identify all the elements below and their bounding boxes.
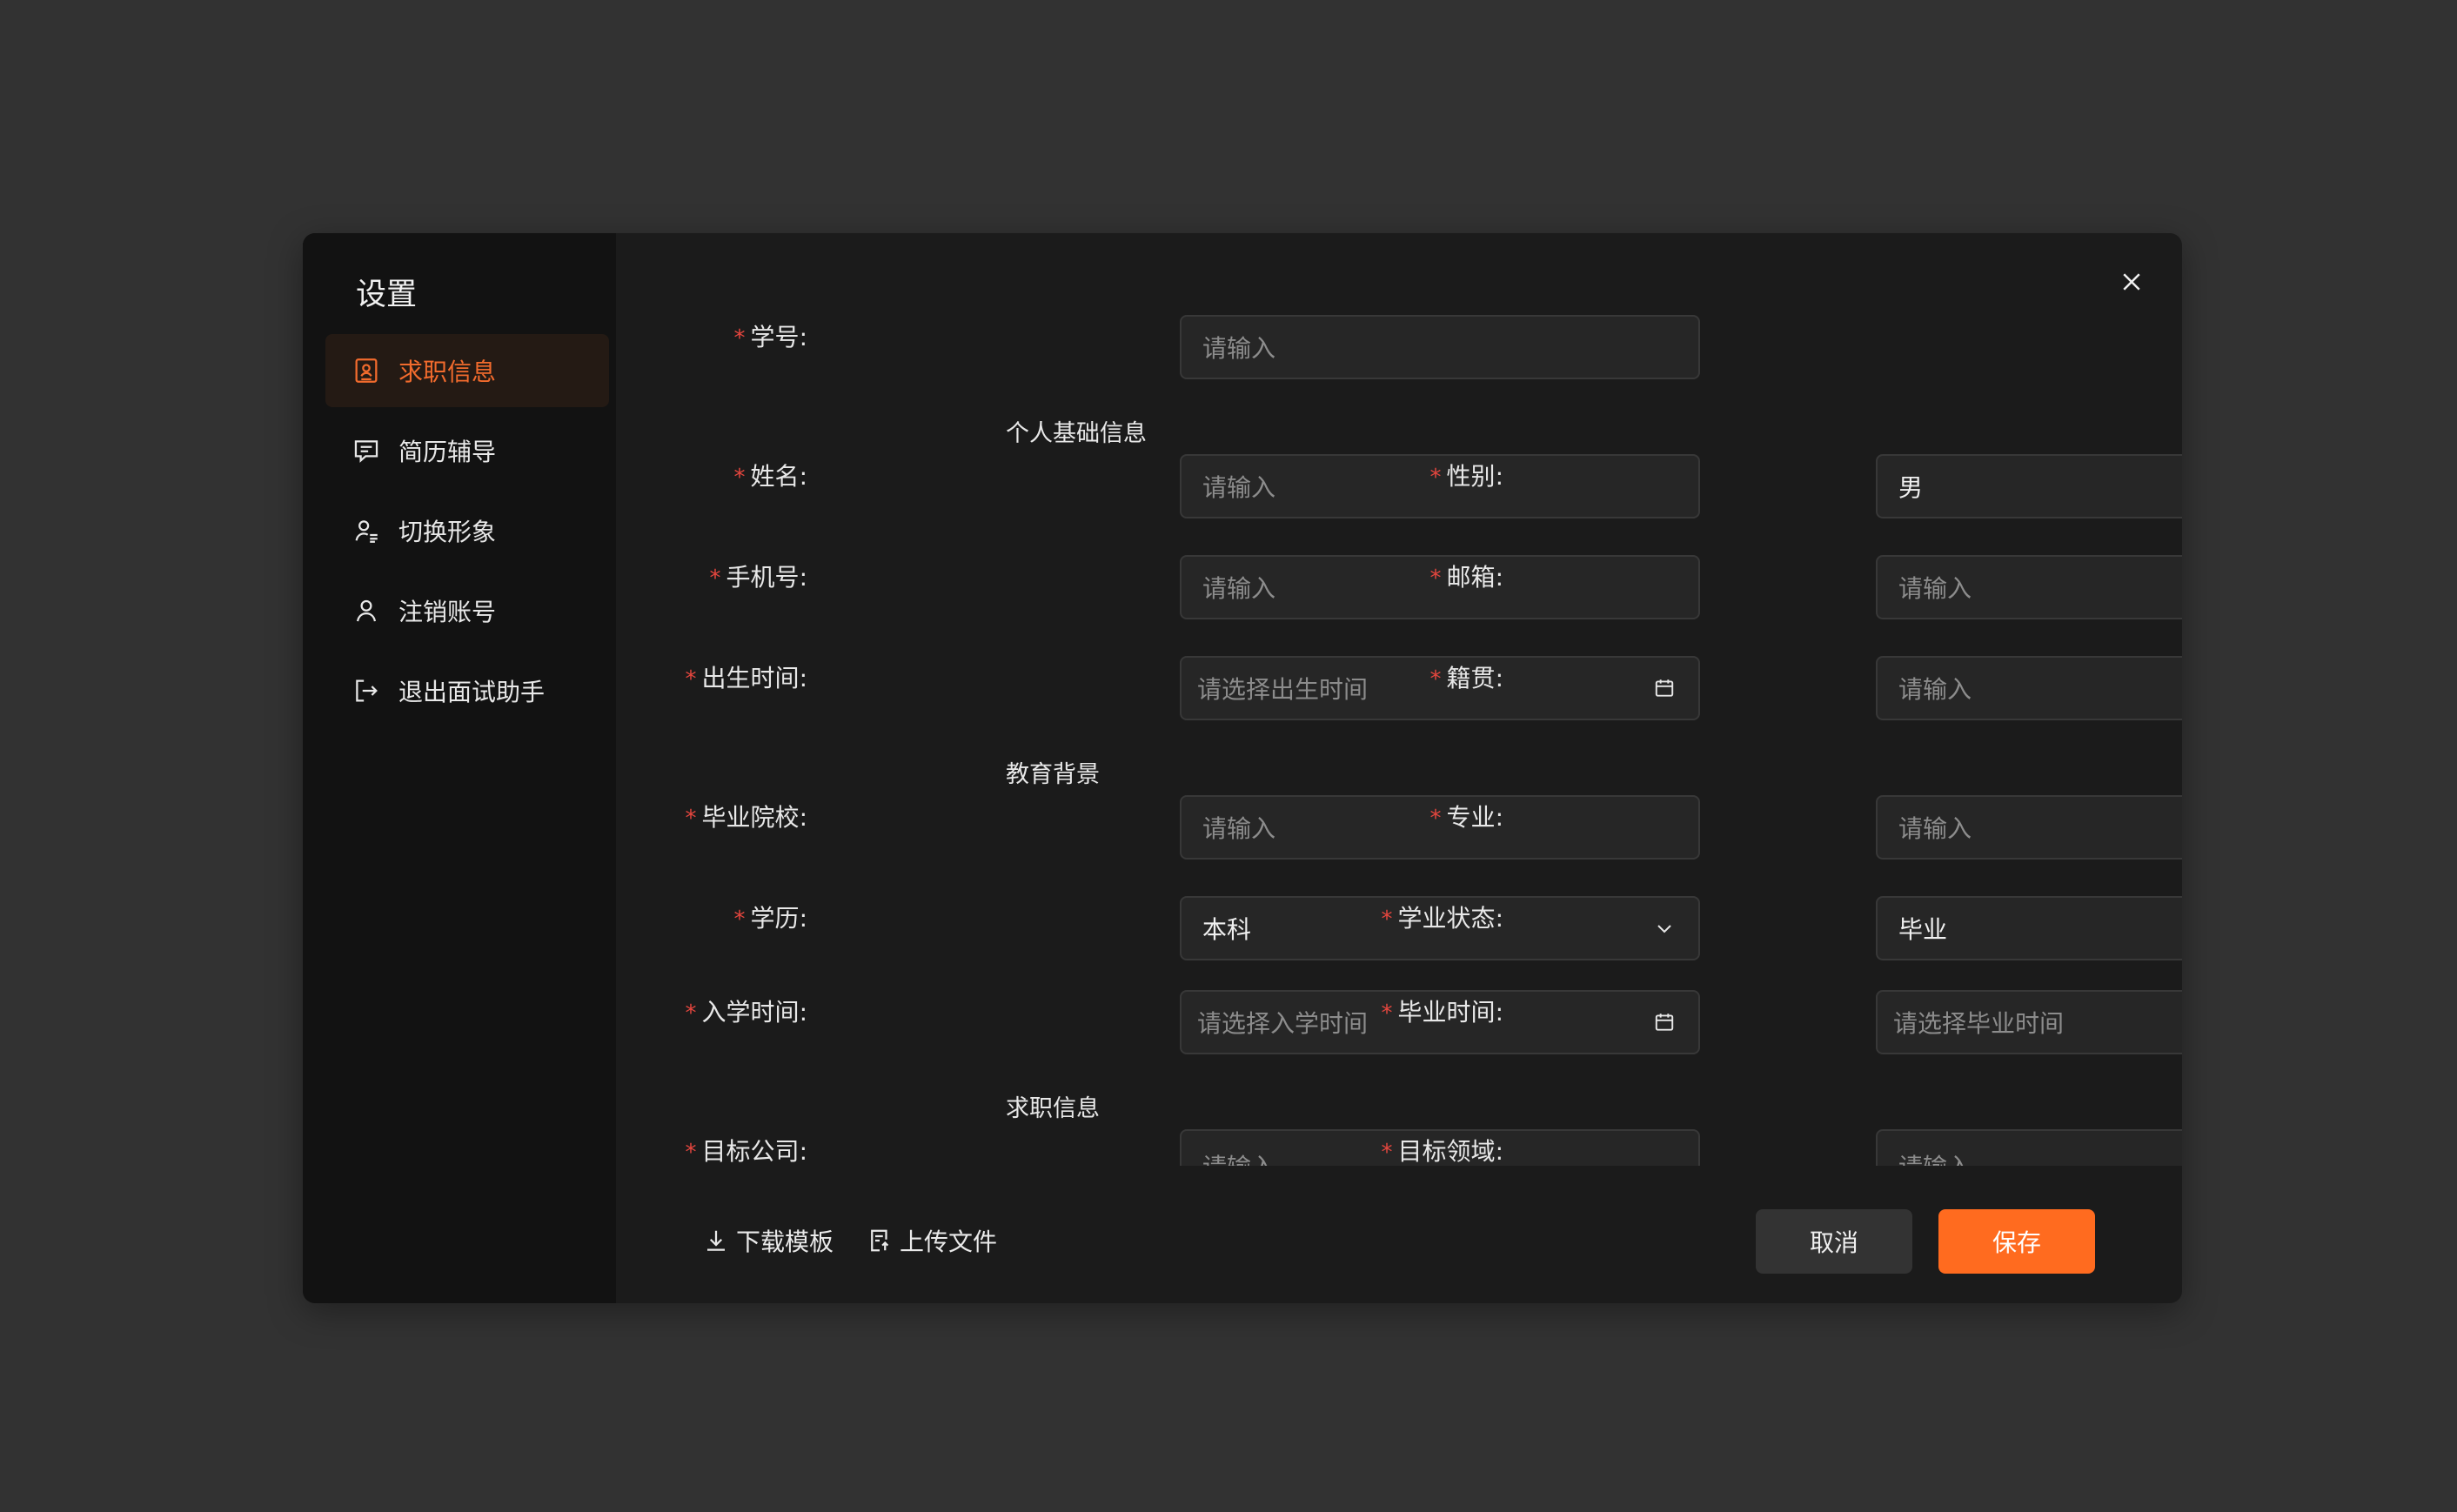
download-icon [707,1230,725,1251]
settings-dialog: 设置 求职信息 简历辅导 切换形象 注销账号 退出面试助手 * 学号: 请输入 … [303,233,2182,1303]
email-label: * 邮箱: [1429,563,1503,592]
student-id-input[interactable]: 请输入 [1180,315,1700,379]
gender-select[interactable]: 男 [1876,454,2182,518]
school-label: * 毕业院校: [685,803,807,832]
grad-date-label: * 毕业时间: [1381,998,1503,1027]
grad-date-picker[interactable]: 请选择毕业时间 [1876,990,2182,1054]
upload-file-button[interactable]: 上传文件 [867,1223,997,1258]
form-scroll-area[interactable]: * 学号: 请输入 个人基础信息 * 姓名: 请输入 * 性别: 男 * 手机号: 请输… [616,233,2182,1166]
sidebar-item-resume-coaching[interactable]: 简历辅导 [325,414,609,487]
sidebar-item-label: 切换形象 [398,518,497,546]
major-label: * 专业: [1429,803,1503,832]
email-input[interactable]: 请输入 [1876,555,2182,619]
user-switch-icon [351,516,381,545]
sidebar-item-delete-account[interactable]: 注销账号 [325,574,609,647]
upload-file-label: 上传文件 [900,1228,998,1256]
upload-file-icon [871,1229,889,1252]
sidebar-item-label: 注销账号 [398,598,497,626]
id-card-icon [351,356,381,385]
download-template-button[interactable]: 下载模板 [703,1223,834,1258]
hometown-input[interactable]: 请输入 [1876,656,2182,720]
section-education: 教育背景 [1006,761,1100,788]
download-template-label: 下载模板 [736,1228,834,1256]
sidebar-item-job-info[interactable]: 求职信息 [325,334,609,407]
sidebar-item-exit-assistant[interactable]: 退出面试助手 [325,654,609,727]
logout-icon [351,676,381,706]
degree-label: * 学历: [733,904,807,933]
target-company-label: * 目标公司: [685,1137,807,1166]
target-field-label: * 目标领域: [1381,1137,1503,1166]
sidebar-item-switch-avatar[interactable]: 切换形象 [325,494,609,567]
phone-label: * 手机号: [709,563,807,592]
target-field-input[interactable]: 请输入 [1876,1129,2182,1166]
chevron-down-icon [1651,915,1677,941]
calendar-icon [1651,675,1677,701]
study-status-select[interactable]: 毕业 [1876,896,2182,960]
student-id-label: * 学号: [733,323,807,351]
birth-date-label: * 出生时间: [685,664,807,692]
sidebar: 设置 求职信息 简历辅导 切换形象 注销账号 退出面试助手 [303,233,616,1303]
gender-label: * 性别: [1429,462,1503,491]
dialog-title: 设置 [356,278,418,312]
section-personal-info: 个人基础信息 [1006,420,1147,447]
hometown-label: * 籍贯: [1429,664,1503,692]
study-status-label: * 学业状态: [1381,904,1503,933]
section-job-info: 求职信息 [1006,1095,1100,1122]
cancel-button[interactable]: 取消 [1756,1209,1912,1274]
user-icon [351,596,381,626]
sidebar-item-label: 求职信息 [398,358,497,386]
sidebar-item-label: 退出面试助手 [398,678,546,706]
sidebar-item-label: 简历辅导 [398,438,497,466]
message-icon [351,436,381,465]
major-input[interactable]: 请输入 [1876,795,2182,860]
enroll-date-label: * 入学时间: [685,998,807,1027]
save-button[interactable]: 保存 [1938,1209,2095,1274]
name-label: * 姓名: [733,462,807,491]
calendar-icon [1651,1009,1677,1035]
